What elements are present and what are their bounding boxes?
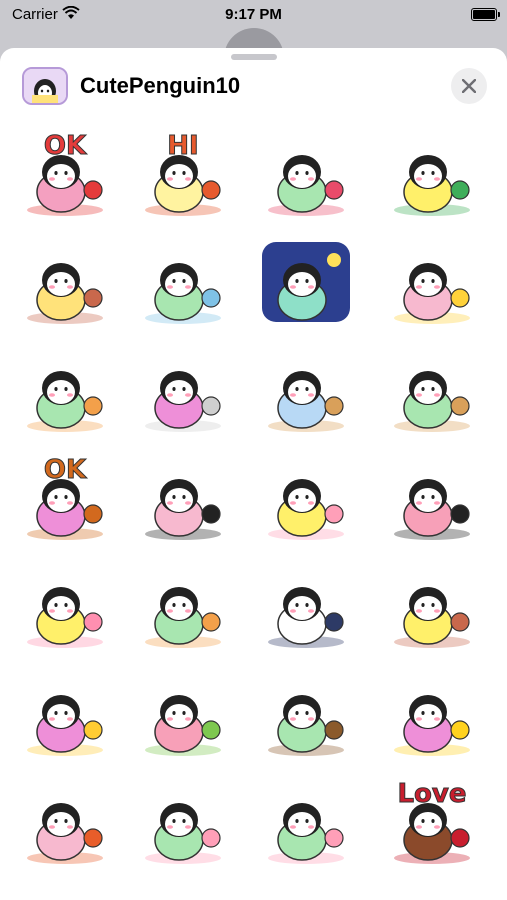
close-button[interactable]: [451, 68, 487, 104]
sticker-basket-sheep[interactable]: [256, 342, 356, 442]
sticker-sunny-scarf[interactable]: [15, 342, 115, 442]
sticker-bath-chick[interactable]: [15, 666, 115, 766]
pack-title: CutePenguin10: [80, 73, 241, 98]
sticker-image: OK: [27, 131, 103, 216]
sticker-image: [27, 695, 103, 756]
sticker-image: [394, 587, 470, 648]
sticker-pink-hug[interactable]: [382, 450, 482, 550]
sticker-text: OK: [44, 455, 87, 485]
sticker-image: HI: [145, 131, 221, 216]
sticker-candy-seal[interactable]: [15, 558, 115, 658]
sticker-text: HI: [167, 131, 198, 161]
sticker-image: [145, 263, 221, 324]
sticker-glowing-seal[interactable]: [382, 234, 482, 334]
close-icon: [462, 79, 476, 93]
sheet-header: CutePenguin10: [0, 66, 507, 106]
sticker-image: [27, 587, 103, 648]
sticker-image: [268, 695, 344, 756]
sticker-umbrella[interactable]: [382, 666, 482, 766]
sticker-image: [145, 695, 221, 756]
sticker-text: OK: [44, 131, 87, 161]
sticker-image: [394, 263, 470, 324]
sticker-image: [27, 263, 103, 324]
sticker-image: [145, 803, 221, 864]
sticker-image: OK: [27, 455, 103, 540]
sticker-image: [27, 371, 103, 432]
sticker-night-moon[interactable]: [256, 234, 356, 334]
battery-icon: [471, 8, 500, 21]
sticker-ok-board[interactable]: OK: [15, 450, 115, 550]
sticker-picnic-bee[interactable]: [133, 666, 233, 766]
sticker-flowers-tea[interactable]: [256, 450, 356, 550]
sticker-chocolate-love[interactable]: Love: [382, 774, 482, 874]
sticker-image: [145, 479, 221, 540]
status-time: 9:17 PM: [225, 6, 282, 23]
sticker-image: [268, 371, 344, 432]
sticker-image: [145, 587, 221, 648]
sticker-box-peek[interactable]: [382, 342, 482, 442]
sticker-image: [394, 155, 470, 216]
sticker-hi-sign[interactable]: HI: [133, 126, 233, 226]
sticker-image: [268, 803, 344, 864]
sticker-gift-hearts[interactable]: [256, 126, 356, 226]
sticker-window[interactable]: [256, 666, 356, 766]
sticker-big-penguin[interactable]: [133, 450, 233, 550]
sticker-image: Love: [394, 779, 470, 864]
sticker-image: [394, 479, 470, 540]
sticker-bouquet[interactable]: [133, 774, 233, 874]
sticker-seal-friend[interactable]: [133, 342, 233, 442]
sticker-sleeping-bed[interactable]: [15, 234, 115, 334]
sticker-image: [268, 587, 344, 648]
sticker-fireplace[interactable]: [15, 774, 115, 874]
sticker-cake[interactable]: [256, 774, 356, 874]
sticker-image: [27, 803, 103, 864]
sticker-ok-sign[interactable]: OK: [15, 126, 115, 226]
pack-icon: [22, 67, 68, 105]
sticker-image: [268, 479, 344, 540]
sticker-image: [394, 371, 470, 432]
sticker-tea-time[interactable]: [382, 558, 482, 658]
sheet-grabber[interactable]: [231, 54, 277, 60]
sticker-bicycle[interactable]: [382, 126, 482, 226]
sticker-pack-sheet: CutePenguin10 OK HI OK Love: [0, 48, 507, 900]
sticker-cup-hold[interactable]: [133, 558, 233, 658]
sticker-suit-broom[interactable]: [256, 558, 356, 658]
sticker-image: [268, 155, 344, 216]
sticker-text: Love: [397, 779, 466, 809]
sticker-image: [394, 695, 470, 756]
sticker-image: [262, 242, 350, 322]
sticker-image: [145, 371, 221, 432]
sticker-sleepy-pillow[interactable]: [133, 234, 233, 334]
